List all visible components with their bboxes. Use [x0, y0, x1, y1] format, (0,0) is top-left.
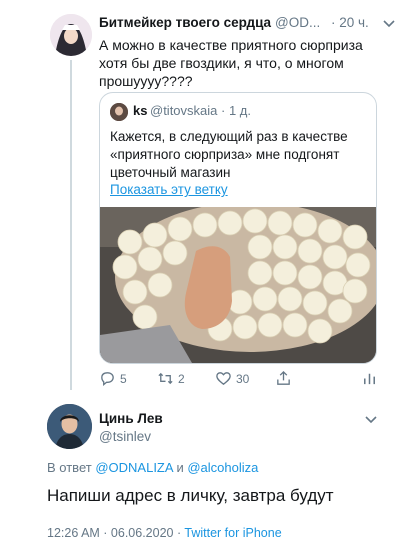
- reply-count: 5: [120, 371, 127, 386]
- reply-icon: [101, 372, 114, 387]
- thread-line: [70, 60, 72, 390]
- author-avatar[interactable]: [50, 14, 92, 56]
- share-button[interactable]: [275, 370, 296, 387]
- analytics-button[interactable]: [361, 370, 382, 387]
- tweet-time[interactable]: · 20 ч.: [331, 15, 369, 30]
- source-link[interactable]: Twitter for iPhone: [184, 526, 281, 540]
- like-count: 30: [236, 371, 250, 386]
- reply-author-name[interactable]: Цинь Лев: [99, 411, 163, 426]
- timestamp[interactable]: 12:26 AM · 06.06.2020 ·: [47, 526, 181, 540]
- like-icon: [216, 372, 231, 385]
- chevron-down-icon[interactable]: [380, 14, 398, 32]
- retweet-button[interactable]: 2: [157, 370, 185, 387]
- quote-author-handle: @titovskaia · 1 д.: [150, 103, 251, 118]
- author-name[interactable]: Битмейкер твоего сердца: [99, 15, 271, 30]
- analytics-icon: [364, 373, 375, 385]
- replying-conj: и: [176, 460, 184, 475]
- quote-author-name: ks: [133, 103, 148, 118]
- show-thread-link[interactable]: Показать эту ветку: [110, 182, 228, 197]
- mention-link[interactable]: @ODNALIZA: [95, 460, 173, 475]
- retweet-icon: [158, 372, 173, 385]
- reply-author-avatar[interactable]: [47, 404, 92, 449]
- replying-prefix: В ответ: [47, 460, 92, 475]
- quote-avatar: [110, 103, 128, 121]
- author-handle[interactable]: @OD...: [275, 15, 320, 30]
- retweet-count: 2: [178, 371, 185, 386]
- reply-text: Напиши адрес в личку, завтра будут: [47, 486, 334, 505]
- mention-link[interactable]: @alcoholiza: [187, 460, 258, 475]
- share-icon: [277, 370, 290, 385]
- reply-button[interactable]: 5: [99, 370, 127, 387]
- tweet-meta: 12:26 AM · 06.06.2020 · Twitter for iPho…: [47, 526, 282, 540]
- chevron-down-icon[interactable]: [362, 410, 380, 428]
- quote-photo[interactable]: [100, 202, 376, 363]
- reply-author-handle[interactable]: @tsinlev: [99, 429, 151, 444]
- tweet-action-bar: 5 2 30: [99, 370, 379, 388]
- replying-to: В ответ @ODNALIZA и @alcoholiza: [47, 460, 258, 475]
- like-button[interactable]: 30: [215, 370, 249, 387]
- quote-text: Кажется, в следующий раз в качестве «при…: [110, 129, 348, 180]
- tweet-text: А можно в качестве приятного сюрприза хо…: [99, 37, 363, 89]
- quoted-tweet[interactable]: ks @titovskaia · 1 д. Кажется, в следующ…: [99, 92, 377, 364]
